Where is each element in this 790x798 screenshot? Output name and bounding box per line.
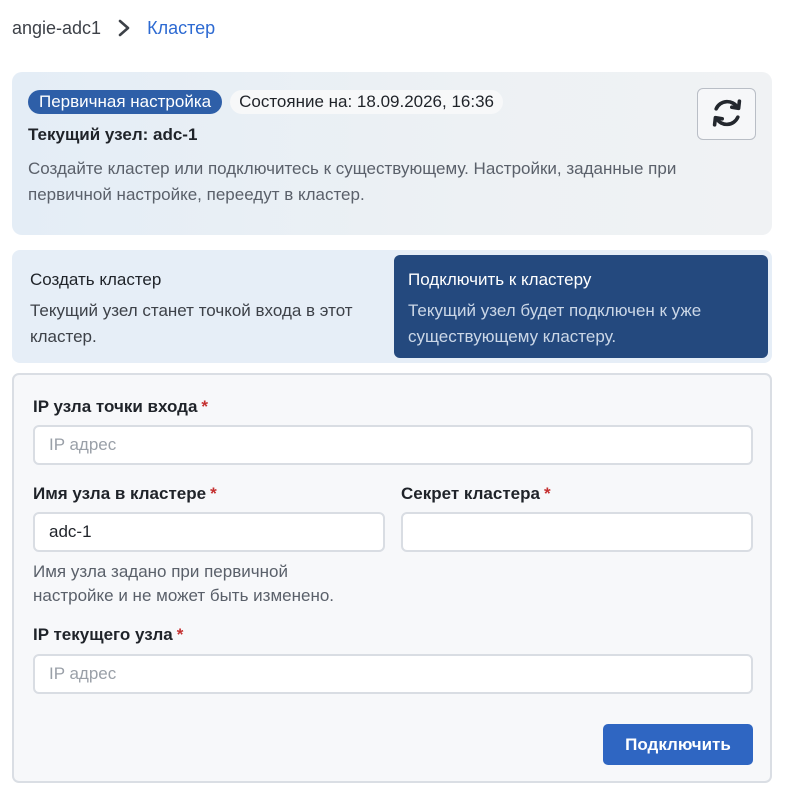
current-ip-input[interactable]: [33, 654, 753, 694]
mode-join-title: Подключить к кластеру: [408, 270, 592, 289]
current-ip-label: IP текущего узла *: [33, 625, 183, 645]
node-name-label: Имя узла в кластере *: [33, 484, 217, 504]
current-ip-label-text: IP текущего узла: [33, 625, 173, 644]
refresh-icon: [709, 95, 745, 134]
current-node-title: Текущий узел: adc-1: [28, 125, 198, 144]
mode-create-cluster[interactable]: Создать кластер Текущий узел станет точк…: [16, 255, 388, 358]
breadcrumb-root[interactable]: angie-adc1: [12, 18, 101, 39]
node-name-hint: Имя узла задано при первичной настройке …: [33, 562, 335, 605]
required-mark: *: [210, 484, 217, 503]
required-mark: *: [176, 625, 184, 644]
cluster-mode-switch: Создать кластер Текущий узел станет точк…: [12, 250, 772, 363]
mode-join-description: Текущий узел будет подключен к уже сущес…: [408, 301, 702, 346]
join-cluster-form: IP узла точки входа* Имя узла в кластере…: [12, 373, 772, 783]
status-description: Создайте кластер или подключитесь к суще…: [28, 159, 677, 204]
entry-ip-label: IP узла точки входа *: [33, 397, 208, 417]
breadcrumb-current[interactable]: Кластер: [147, 18, 215, 39]
required-mark: *: [543, 484, 551, 503]
entry-ip-input[interactable]: [33, 425, 753, 465]
mode-join-cluster[interactable]: Подключить к кластеру Текущий узел будет…: [394, 255, 768, 358]
state-timestamp-badge: Состояние на: 18.09.2026, 16:36: [230, 90, 504, 114]
cluster-secret-input[interactable]: [401, 512, 753, 552]
node-name-label-text: Имя узла в кластере: [33, 484, 207, 503]
breadcrumb: angie-adc1 Кластер: [12, 17, 215, 39]
entry-ip-label-text: IP узла точки входа: [33, 397, 198, 416]
mode-create-title: Создать кластер: [30, 270, 162, 289]
node-name-input[interactable]: [33, 512, 385, 552]
connect-button[interactable]: Подключить: [603, 724, 753, 765]
initial-setup-badge: Первичная настройка: [28, 90, 223, 114]
mode-create-description: Текущий узел станет точкой входа в этот …: [30, 301, 353, 346]
required-mark: *: [201, 397, 209, 416]
status-badges: Первичная настройка Состояние на: 18.09.…: [28, 90, 504, 114]
chevron-right-icon: [113, 17, 135, 39]
cluster-secret-label: Секрет кластера *: [401, 484, 551, 504]
cluster-status-card: Первичная настройка Состояние на: 18.09.…: [12, 72, 772, 235]
refresh-button[interactable]: [697, 88, 756, 140]
cluster-secret-label-text: Секрет кластера: [401, 484, 540, 503]
